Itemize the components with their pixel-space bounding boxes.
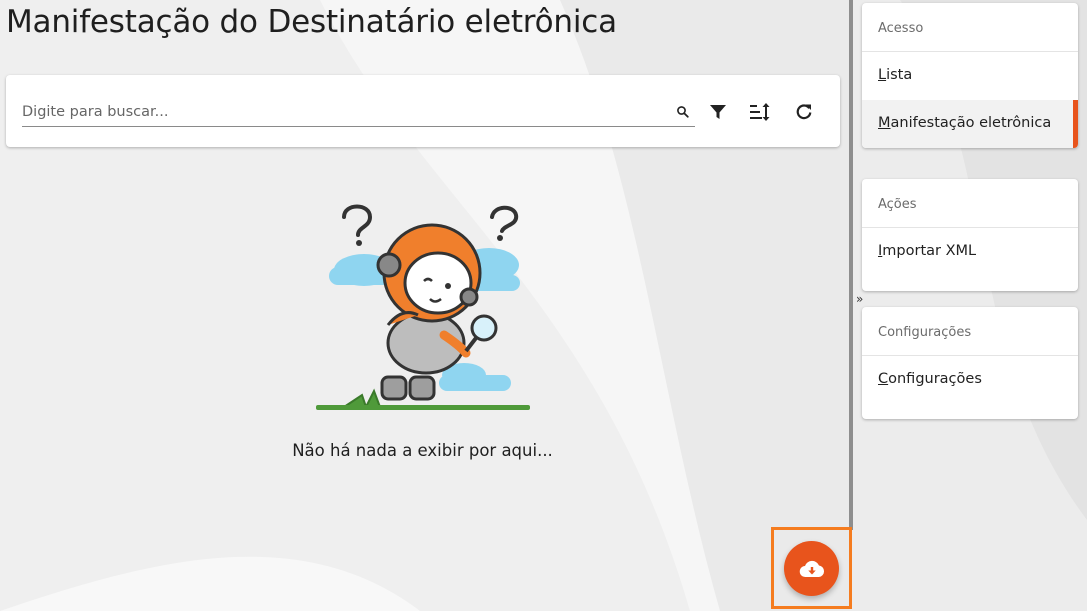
sidebar-section-heading: Configurações: [862, 307, 1078, 356]
filter-icon: [710, 105, 726, 119]
sidebar-item-configuracoes[interactable]: Configurações: [862, 356, 1078, 404]
sidebar-item-label: ista: [886, 67, 913, 83]
download-fab-button[interactable]: [784, 541, 839, 596]
sidebar-card-configuracoes: Configurações Configurações: [862, 307, 1078, 419]
sidebar-item-manifestacao-eletronica[interactable]: Manifestação eletrônica: [862, 100, 1078, 148]
panel-divider-scrollbar[interactable]: [849, 0, 853, 530]
sidebar-item-mnemonic: L: [878, 67, 887, 83]
sidebar-item-importar-xml[interactable]: Importar XML: [862, 228, 1078, 276]
sidebar-card-acesso: Acesso Lista Manifestação eletrônica: [862, 3, 1078, 148]
sidebar-section-heading: Ações: [862, 179, 1078, 228]
page-title: Manifestação do Destinatário eletrônica: [6, 4, 617, 40]
search-icon[interactable]: [675, 104, 691, 120]
sidebar-item-mnemonic: M: [878, 115, 891, 131]
sort-button[interactable]: [747, 99, 773, 125]
sidebar-item-mnemonic: C: [878, 371, 889, 387]
sidebar-item-label: anifestação eletrônica: [890, 115, 1052, 131]
sidebar-item-lista[interactable]: Lista: [862, 52, 1078, 100]
sidebar-card-acoes: Ações Importar XML: [862, 179, 1078, 291]
sidebar-item-label: mportar XML: [882, 243, 977, 259]
cloud-download-icon: [799, 560, 824, 577]
refresh-icon: [796, 104, 812, 120]
search-input[interactable]: [22, 97, 662, 126]
filter-button[interactable]: [705, 99, 731, 125]
empty-state-illustration: [316, 204, 530, 410]
search-toolbar: [6, 75, 840, 147]
empty-state-message: Não há nada a exibir por aqui...: [292, 441, 553, 460]
search-field: [22, 97, 695, 127]
refresh-button[interactable]: [791, 99, 817, 125]
sort-icon: [750, 103, 770, 121]
sidebar-section-heading: Acesso: [862, 3, 1078, 52]
sidebar-item-label: onfigurações: [888, 371, 982, 387]
collapse-sidebar-toggle[interactable]: »: [856, 292, 863, 306]
